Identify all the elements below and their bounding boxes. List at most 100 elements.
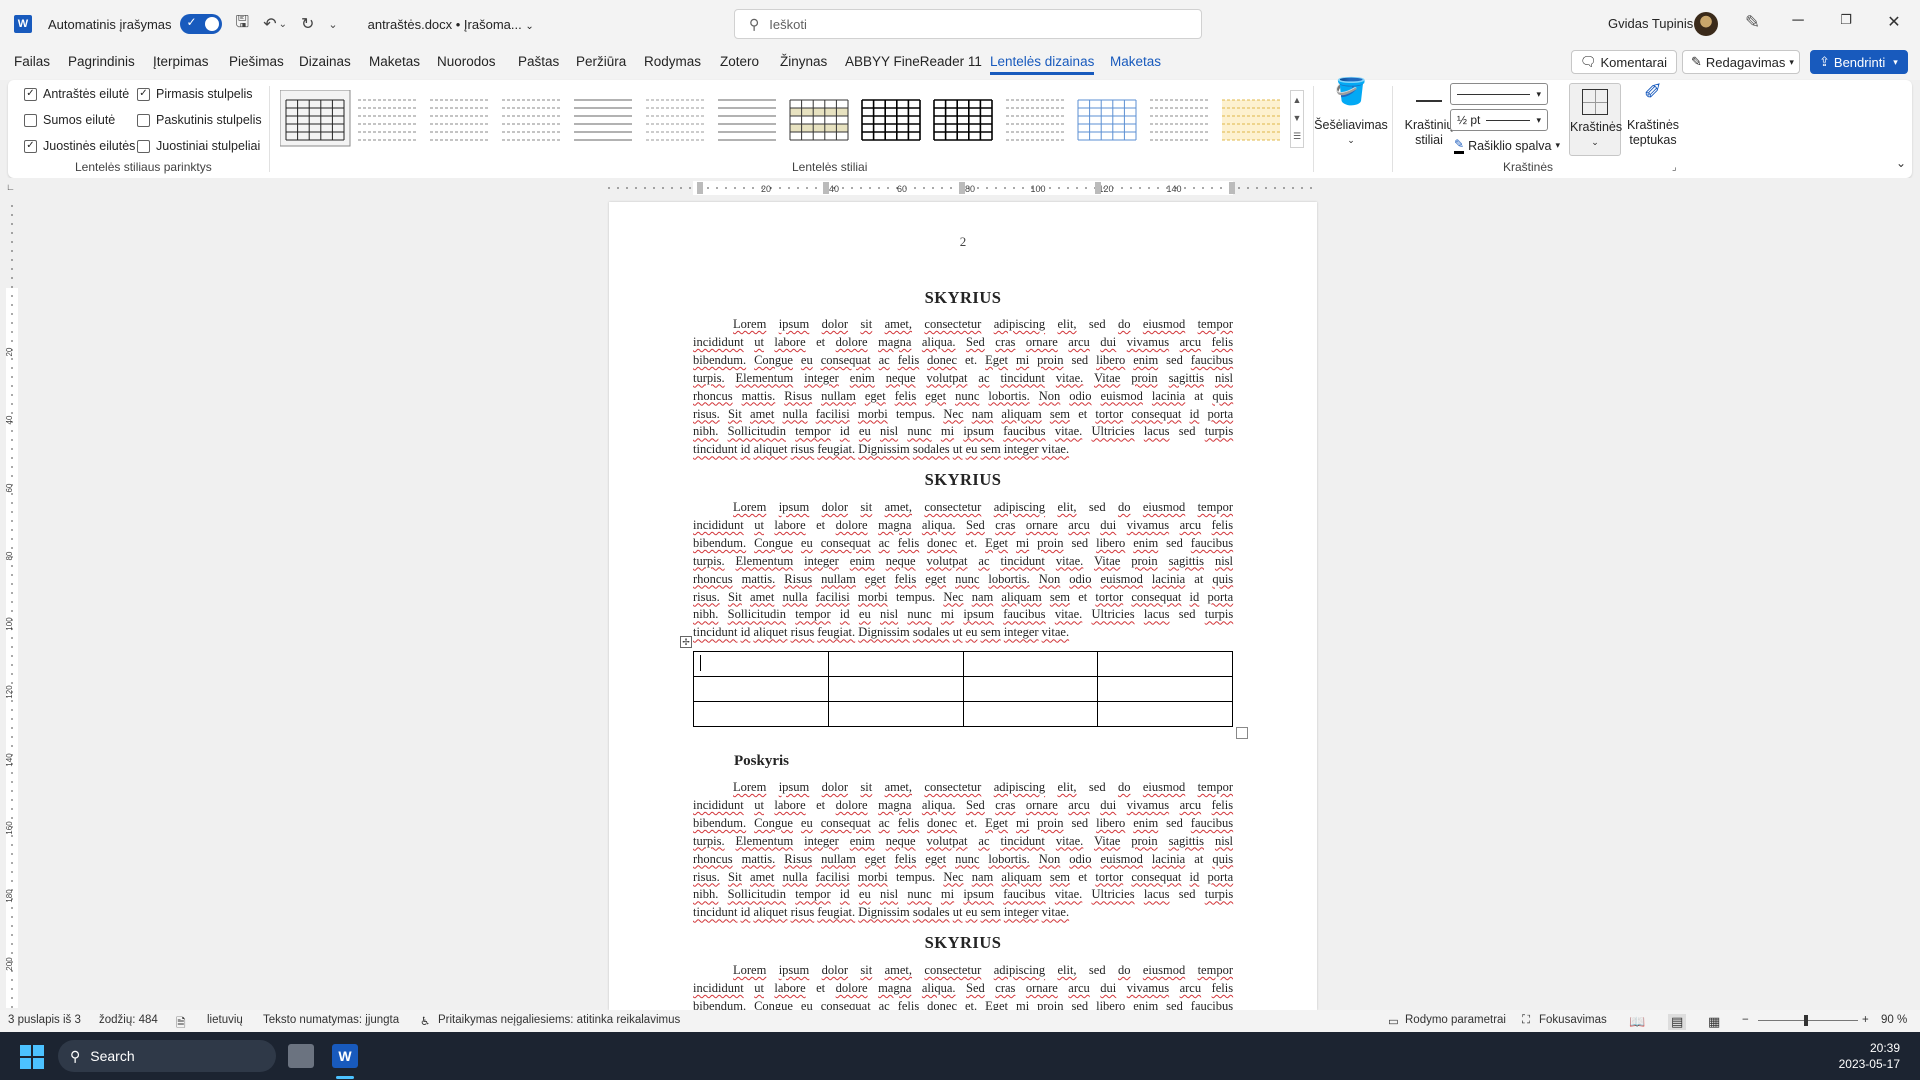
ruler-column-marker[interactable] xyxy=(1229,182,1235,194)
zoom-out-icon[interactable]: − xyxy=(1742,1014,1749,1026)
table-cell[interactable] xyxy=(693,676,829,702)
table-style-thumbnail[interactable] xyxy=(279,89,351,147)
gallery-scroll-buttons[interactable]: ▲ ▼ ☰ xyxy=(1290,90,1304,148)
word-taskbar-icon[interactable]: W xyxy=(332,1044,358,1068)
tab-perziura[interactable]: Peržiūra xyxy=(576,54,626,69)
tab-dizainas[interactable]: Dizainas xyxy=(299,54,351,69)
table-cell[interactable] xyxy=(1097,676,1233,702)
tab-abbyy[interactable]: ABBYY FineReader 11 xyxy=(845,54,982,69)
document-page[interactable]: 2 SKYRIUS Lorem ipsum dolor sit amet, co… xyxy=(609,202,1317,1010)
close-icon[interactable]: ✕ xyxy=(1884,12,1904,32)
table-style-thumbnail[interactable] xyxy=(358,99,416,141)
vertical-ruler[interactable]: 20 40 60 80 100 120 140 160 180 200 xyxy=(0,198,22,1008)
banded-columns-checkbox[interactable]: Juostiniai stulpeliai xyxy=(137,139,260,153)
print-layout-icon[interactable]: ▤ xyxy=(1668,1014,1687,1030)
total-row-checkbox[interactable]: Sumos eilutė xyxy=(24,113,115,127)
zoom-in-icon[interactable]: + xyxy=(1862,1014,1869,1026)
first-column-checkbox[interactable]: ✓ Pirmasis stulpelis xyxy=(137,87,253,101)
zoom-slider-thumb[interactable] xyxy=(1804,1015,1808,1026)
customize-qat-icon[interactable]: ⌄ xyxy=(328,18,337,31)
zoom-slider[interactable] xyxy=(1758,1015,1858,1026)
tab-zinynas[interactable]: Žinynas xyxy=(780,54,827,69)
line-style-dropdown[interactable]: ▾ xyxy=(1450,83,1548,105)
tab-iterpimas[interactable]: Įterpimas xyxy=(153,54,209,69)
tab-nuorodos[interactable]: Nuorodos xyxy=(437,54,496,69)
task-view-icon[interactable] xyxy=(288,1044,314,1068)
table-style-thumbnail[interactable] xyxy=(933,99,993,141)
zoom-level[interactable]: 90 % xyxy=(1881,1014,1907,1026)
paragraph[interactable]: Lorem ipsum dolor sit amet, consectetur … xyxy=(693,316,1233,459)
ruler-column-marker[interactable] xyxy=(959,182,965,194)
undo-icon[interactable]: ↶ xyxy=(263,14,276,34)
tab-zotero[interactable]: Zotero xyxy=(720,54,759,69)
table-style-thumbnail[interactable] xyxy=(430,99,488,141)
ruler-column-marker[interactable] xyxy=(697,182,703,194)
section-heading[interactable]: SKYRIUS xyxy=(693,288,1233,308)
paragraph[interactable]: Lorem ipsum dolor sit amet, consectetur … xyxy=(693,499,1233,642)
taskbar-search[interactable]: ⚲ Search xyxy=(58,1040,276,1072)
focus-mode[interactable]: Fokusavimas xyxy=(1539,1014,1607,1026)
table-style-thumbnail[interactable] xyxy=(789,99,849,141)
search-input[interactable]: ⚲ Ieškoti xyxy=(734,9,1202,39)
word-count[interactable]: žodžių: 484 xyxy=(99,1014,158,1026)
section-heading[interactable]: SKYRIUS xyxy=(693,933,1233,953)
ruler-column-marker[interactable] xyxy=(823,182,829,194)
document-table[interactable] xyxy=(693,651,1233,727)
page-count[interactable]: 3 puslapis iš 3 xyxy=(8,1014,81,1026)
user-name[interactable]: Gvidas Tupinis xyxy=(1608,16,1693,31)
tab-pagrindinis[interactable]: Pagrindinis xyxy=(68,54,135,69)
table-cell[interactable] xyxy=(693,651,829,677)
web-layout-icon[interactable]: ▦ xyxy=(1708,1014,1720,1030)
banded-rows-checkbox[interactable]: ✓ Juostinės eilutės xyxy=(24,139,135,153)
table-style-thumbnail[interactable] xyxy=(646,99,704,141)
redo-icon[interactable]: ↻ xyxy=(301,14,314,34)
table-style-thumbnail[interactable] xyxy=(1077,99,1137,141)
table-style-thumbnail[interactable] xyxy=(861,99,921,141)
last-column-checkbox[interactable]: Paskutinis stulpelis xyxy=(137,113,262,127)
paragraph[interactable]: Lorem ipsum dolor sit amet, consectetur … xyxy=(693,962,1233,1010)
tab-rodymas[interactable]: Rodymas xyxy=(644,54,701,69)
table-style-thumbnail[interactable] xyxy=(1222,99,1280,141)
dialog-launcher-icon[interactable]: ⌟ xyxy=(1672,162,1677,173)
text-prediction[interactable]: Teksto numatymas: įjungta xyxy=(263,1014,399,1026)
table-cell[interactable] xyxy=(962,651,1099,677)
table-cell[interactable] xyxy=(827,676,964,702)
windows-start-icon[interactable] xyxy=(20,1045,44,1069)
accessibility-status[interactable]: Pritaikymas neįgaliesiems: atitinka reik… xyxy=(438,1014,680,1026)
tab-maketas[interactable]: Maketas xyxy=(369,54,420,69)
table-cell[interactable] xyxy=(962,676,1099,702)
tab-lenteles-dizainas[interactable]: Lentelės dizainas xyxy=(990,54,1095,75)
table-style-thumbnail[interactable] xyxy=(718,99,776,141)
system-clock[interactable]: 20:39 2023-05-17 xyxy=(1839,1040,1900,1072)
minimize-icon[interactable]: ─ xyxy=(1788,12,1808,30)
autosave-toggle[interactable]: ✓ xyxy=(179,14,222,34)
undo-dropdown-icon[interactable]: ⌄ xyxy=(279,19,287,30)
table-resize-handle[interactable] xyxy=(1236,727,1248,739)
tab-failas[interactable]: Failas xyxy=(14,54,50,69)
save-icon[interactable]: 🖫 xyxy=(236,11,250,38)
subsection-heading[interactable]: Poskyris xyxy=(734,753,789,770)
table-move-handle[interactable]: ✢ xyxy=(680,636,692,648)
read-mode-icon[interactable]: 📖 xyxy=(1629,1014,1645,1030)
pen-icon[interactable]: ✎ xyxy=(1745,12,1760,33)
section-heading[interactable]: SKYRIUS xyxy=(693,470,1233,490)
comments-button[interactable]: 🗨 Komentarai xyxy=(1571,50,1677,74)
pen-color-button[interactable]: ✎ Rašiklio spalva ▾ xyxy=(1454,137,1560,154)
table-style-thumbnail[interactable] xyxy=(502,99,560,141)
table-cell[interactable] xyxy=(827,701,964,727)
line-weight-dropdown[interactable]: ½ pt ▾ xyxy=(1450,109,1548,131)
table-style-thumbnail[interactable] xyxy=(1006,99,1064,141)
editing-button[interactable]: ✎ Redagavimas ▾ xyxy=(1682,50,1800,74)
table-style-thumbnail[interactable] xyxy=(574,99,632,141)
language[interactable]: lietuvių xyxy=(207,1014,243,1026)
header-row-checkbox[interactable]: ✓ Antraštės eilutė xyxy=(24,87,129,101)
table-cell[interactable] xyxy=(1097,701,1233,727)
avatar[interactable] xyxy=(1694,12,1718,36)
tab-piesimas[interactable]: Piešimas xyxy=(229,54,284,69)
restore-icon[interactable]: ❐ xyxy=(1836,12,1856,28)
collapse-ribbon-icon[interactable]: ⌄ xyxy=(1896,156,1906,170)
tab-selector[interactable]: ∟ xyxy=(6,182,15,192)
table-cell[interactable] xyxy=(693,701,829,727)
table-cell[interactable] xyxy=(827,651,964,677)
share-button[interactable]: ⇪ Bendrinti ▾ xyxy=(1810,50,1908,74)
